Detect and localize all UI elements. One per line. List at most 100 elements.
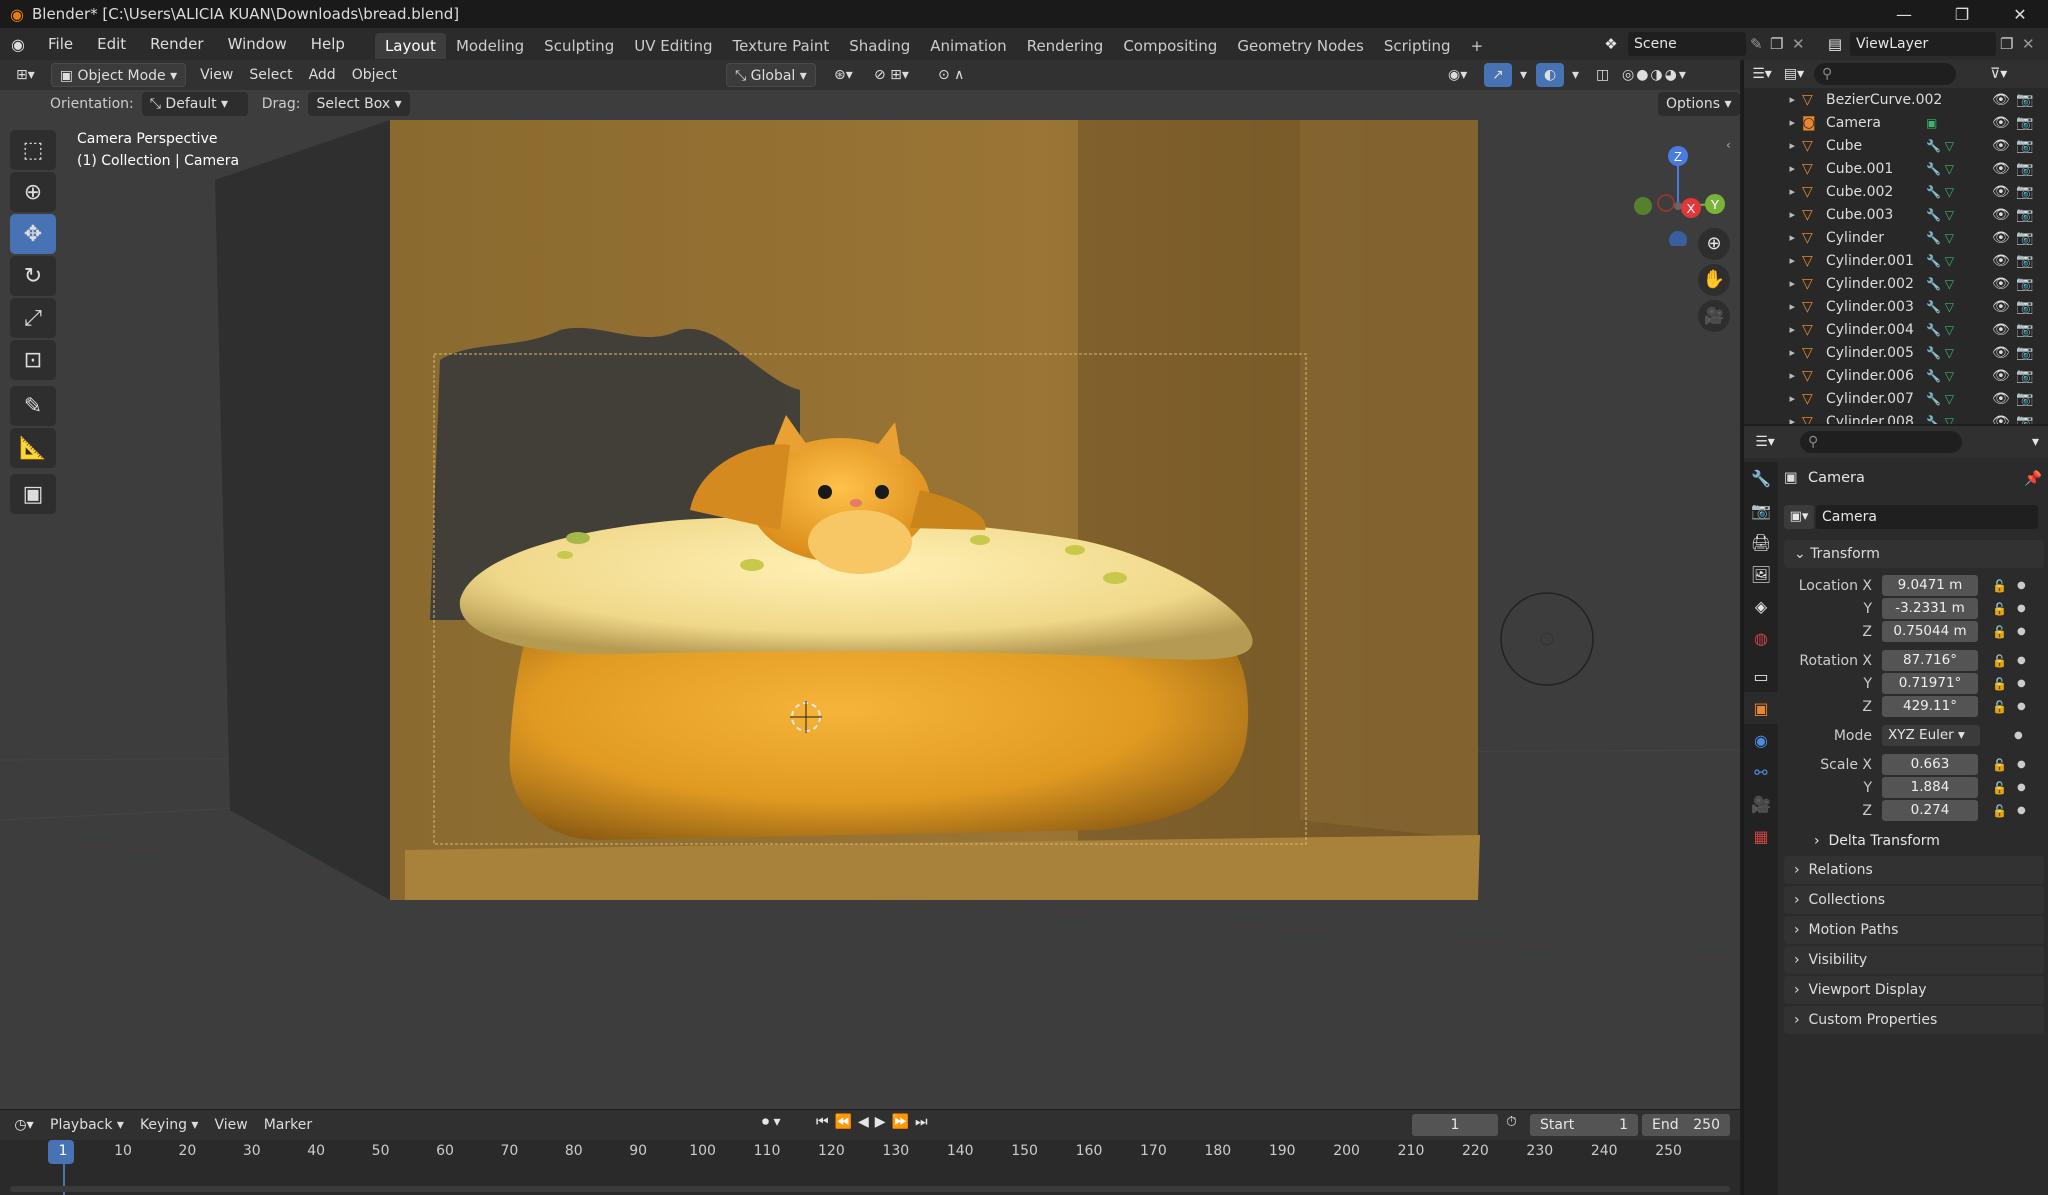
outliner-item-name[interactable]: Cylinder.001	[1826, 253, 1926, 269]
menu-timeline-view[interactable]: View	[206, 1113, 255, 1137]
outliner-item[interactable]: ▸ ▽ Cube 🔧 ▽ 👁 📷	[1744, 134, 2048, 157]
outliner-item[interactable]: ▸ ▽ BezierCurve.002 👁 📷	[1744, 88, 2048, 111]
eye-icon[interactable]: 👁	[1992, 276, 2010, 292]
record-icon[interactable]: ⏺ ▾	[762, 1114, 780, 1130]
render-camera-icon[interactable]: 📷	[2016, 414, 2033, 425]
render-camera-icon[interactable]: 📷	[2016, 115, 2033, 131]
keyframe-dot-icon[interactable]: ●	[2017, 805, 2026, 816]
render-camera-icon[interactable]: 📷	[2016, 184, 2033, 200]
proportional-editing-icon[interactable]: ⊙ ∧	[930, 63, 972, 87]
eye-icon[interactable]: 👁	[1992, 299, 2010, 315]
outliner-item-name[interactable]: Cylinder.004	[1826, 322, 1926, 338]
rotate-tool-icon[interactable]: ↻	[10, 256, 56, 296]
tab-uv-editing[interactable]: UV Editing	[624, 33, 722, 59]
outliner-item[interactable]: ▸ ▽ Cylinder.007 🔧 ▽ 👁 📷	[1744, 387, 2048, 410]
outliner-item[interactable]: ▸ ▽ Cylinder.002 🔧 ▽ 👁 📷	[1744, 272, 2048, 295]
keyframe-dot-icon[interactable]: ●	[2017, 678, 2026, 689]
expand-arrow-icon[interactable]: ▸	[1744, 300, 1802, 313]
object-datablock-icon[interactable]: ▣▾	[1784, 505, 1814, 529]
expand-arrow-icon[interactable]: ▸	[1744, 208, 1802, 221]
outliner-item-name[interactable]: Cylinder.006	[1826, 368, 1926, 384]
lock-icon[interactable]: 🔓	[1992, 654, 2007, 668]
tab-texture-paint[interactable]: Texture Paint	[722, 33, 839, 59]
outliner-item[interactable]: ▸ ▽ Cube.002 🔧 ▽ 👁 📷	[1744, 180, 2048, 203]
pin-scene-icon[interactable]: ✎	[1750, 32, 1770, 56]
keyframe-dot-icon[interactable]: ●	[2017, 782, 2026, 793]
outliner-item[interactable]: ▸ ▽ Cube.003 🔧 ▽ 👁 📷	[1744, 203, 2048, 226]
render-camera-icon[interactable]: 📷	[2016, 322, 2033, 338]
menu-select[interactable]: Select	[241, 63, 300, 87]
select-box-tool-icon[interactable]: ⬚	[10, 130, 56, 170]
expand-arrow-icon[interactable]: ▸	[1744, 254, 1802, 267]
keyframe-dot-icon[interactable]: ●	[2017, 701, 2026, 712]
add-cube-tool-icon[interactable]: ▣	[10, 474, 56, 514]
overlays-dropdown-icon[interactable]: ▾	[1564, 63, 1587, 87]
outliner-item-name[interactable]: Cylinder.002	[1826, 276, 1926, 292]
tab-shading[interactable]: Shading	[839, 33, 920, 59]
outliner-item[interactable]: ▸ ▽ Cylinder.004 🔧 ▽ 👁 📷	[1744, 318, 2048, 341]
properties-editor-icon[interactable]: ☰▾	[1744, 434, 1786, 450]
close-button[interactable]: ✕	[1992, 0, 2048, 28]
lock-icon[interactable]: 🔓	[1992, 781, 2007, 795]
tab-scripting[interactable]: Scripting	[1374, 33, 1461, 59]
tab-animation[interactable]: Animation	[920, 33, 1016, 59]
outliner-item[interactable]: ▸ ▽ Cylinder.003 🔧 ▽ 👁 📷	[1744, 295, 2048, 318]
lock-icon[interactable]: 🔓	[1992, 579, 2007, 593]
scale-z-field[interactable]: 0.274	[1882, 800, 1978, 821]
tab-modeling[interactable]: Modeling	[446, 33, 534, 59]
object-name-field[interactable]: Camera	[1816, 505, 2038, 529]
new-scene-icon[interactable]: ❐	[1770, 32, 1790, 56]
outliner-item-name[interactable]: Cylinder.007	[1826, 391, 1926, 407]
3d-viewport[interactable]: ⊞▾ ▣ Object Mode ▾ View Select Add Objec…	[0, 60, 1740, 1109]
expand-arrow-icon[interactable]: ▸	[1744, 415, 1802, 424]
pan-hand-icon[interactable]: ✋	[1698, 264, 1730, 296]
menu-edit[interactable]: Edit	[85, 28, 138, 60]
eye-icon[interactable]: 👁	[1992, 207, 2010, 223]
pivot-point-icon[interactable]: ⊛▾	[826, 63, 861, 87]
timeline-editor-icon[interactable]: ◷▾	[6, 1117, 42, 1133]
menu-render[interactable]: Render	[138, 28, 215, 60]
expand-arrow-icon[interactable]: ▸	[1744, 277, 1802, 290]
lock-icon[interactable]: 🔓	[1992, 602, 2007, 616]
drag-dropdown[interactable]: Select Box ▾	[308, 92, 410, 116]
tab-sculpting[interactable]: Sculpting	[534, 33, 624, 59]
constraints-tab-icon[interactable]: ⚯	[1744, 756, 1778, 788]
eye-icon[interactable]: 👁	[1992, 230, 2010, 246]
delete-viewlayer-icon[interactable]: ✕	[2022, 32, 2042, 56]
tool-tab-icon[interactable]: 🔧	[1744, 462, 1778, 494]
outliner-item-name[interactable]: Cube.002	[1826, 184, 1926, 200]
timeline-ruler[interactable]: 1 10 20 30 40 50 60 70 80 90 100 110 120 130 140 150 160…	[0, 1140, 1740, 1195]
scale-x-field[interactable]: 0.663	[1882, 754, 1978, 775]
panel-collections[interactable]: › Collections	[1784, 886, 2044, 914]
scene-name-field[interactable]: Scene	[1628, 32, 1746, 56]
outliner-item[interactable]: ▸ ▽ Cylinder.001 🔧 ▽ 👁 📷	[1744, 249, 2048, 272]
tab-geometry-nodes[interactable]: Geometry Nodes	[1227, 33, 1374, 59]
camera-data-tab-icon[interactable]: 🎥	[1744, 788, 1778, 820]
view-layer-tab-icon[interactable]: 🖼	[1744, 558, 1778, 590]
keyframe-dot-icon[interactable]: ●	[2017, 655, 2026, 666]
playback-controls-icons[interactable]: ⏮⏪◀▶⏩⏭	[816, 1114, 934, 1130]
eye-icon[interactable]: 👁	[1992, 322, 2010, 338]
menu-marker[interactable]: Marker	[256, 1113, 320, 1137]
panel-relations[interactable]: › Relations	[1784, 856, 2044, 884]
keyframe-dot-icon[interactable]: ●	[2017, 603, 2026, 614]
rotation-z-field[interactable]: 429.11°	[1882, 696, 1978, 717]
tab-rendering[interactable]: Rendering	[1017, 33, 1114, 59]
collection-tab-icon[interactable]: ▭	[1744, 660, 1778, 692]
panel-custom-properties[interactable]: › Custom Properties	[1784, 1006, 2044, 1034]
texture-tab-icon[interactable]: ▦	[1744, 820, 1778, 852]
timeline-scrollbar[interactable]	[10, 1186, 1730, 1192]
rotation-mode-dropdown[interactable]: XYZ Euler ▾	[1882, 725, 1980, 746]
outliner-item-name[interactable]: Camera	[1826, 115, 1926, 131]
delta-transform-subpanel[interactable]: › Delta Transform	[1784, 826, 2044, 856]
move-tool-icon[interactable]: ✥	[10, 214, 56, 254]
lock-icon[interactable]: 🔓	[1992, 804, 2007, 818]
minimize-button[interactable]: —	[1876, 0, 1932, 28]
scene-icon[interactable]: ❖	[1596, 32, 1626, 56]
start-frame-field[interactable]: Start 1	[1530, 1114, 1638, 1136]
menu-window[interactable]: Window	[216, 28, 299, 60]
eye-icon[interactable]: 👁	[1992, 184, 2010, 200]
snap-icon[interactable]: ⊘ ⊞▾	[866, 63, 917, 87]
outliner-item[interactable]: ▸ ▽ Cube.001 🔧 ▽ 👁 📷	[1744, 157, 2048, 180]
outliner-item-name[interactable]: BezierCurve.002	[1826, 92, 1942, 108]
